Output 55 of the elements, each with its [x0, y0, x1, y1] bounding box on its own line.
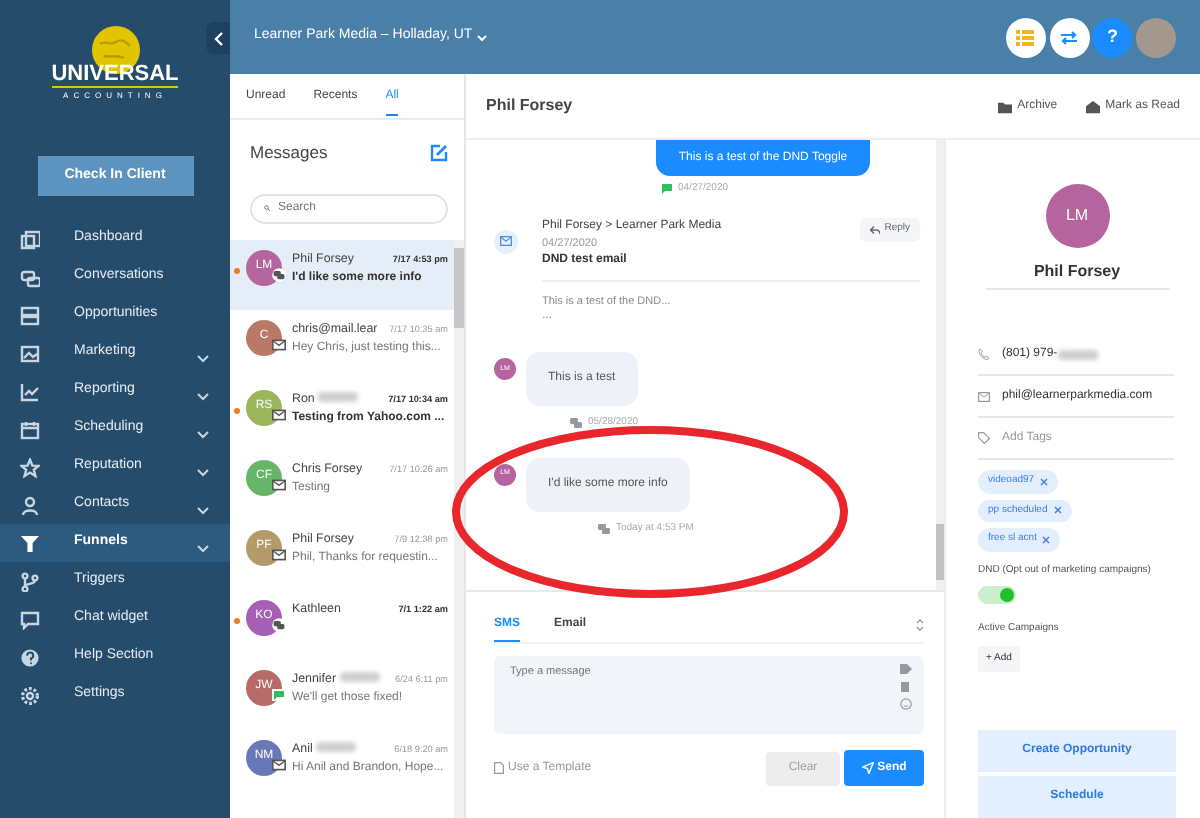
trash-icon[interactable] [900, 680, 910, 692]
branch-icon [20, 571, 40, 591]
chart-icon [20, 381, 40, 401]
calendar-icon [20, 419, 40, 439]
chat-bubbles-icon [570, 418, 582, 429]
switch-button[interactable] [1049, 17, 1089, 57]
envelope-icon [272, 547, 286, 562]
envelope-icon [978, 391, 990, 401]
sms-icon [662, 184, 672, 195]
caret-icon [475, 31, 488, 43]
envelope-icon [272, 477, 286, 492]
logo-title: UNIVERSAL [51, 64, 179, 88]
envelope-icon [272, 407, 286, 422]
chevron-left-icon [213, 31, 223, 45]
image-icon [20, 343, 40, 363]
tag-icon[interactable] [900, 664, 912, 674]
messages-title: Messages [250, 140, 328, 166]
compose-icon[interactable] [430, 143, 448, 162]
contact-name: Phil Forsey [1033, 260, 1121, 284]
envelope-icon [272, 337, 286, 352]
chat-icon [20, 267, 40, 287]
stack-icon [20, 305, 40, 325]
emoji-icon[interactable] [900, 698, 912, 710]
contact-avatar: LM [1045, 184, 1109, 248]
chat-bubbles-icon [598, 523, 610, 534]
reply-icon [870, 225, 881, 233]
copy-icon [20, 229, 40, 249]
envelope-icon [500, 236, 512, 246]
chat-bubbles-icon [272, 267, 286, 282]
dnd-toggle[interactable] [978, 586, 1016, 604]
close-icon [1040, 477, 1049, 486]
envelope-icon [272, 757, 286, 772]
scrollbar[interactable] [454, 239, 464, 818]
list-icon [1016, 29, 1035, 45]
tag-icon [978, 432, 990, 444]
help-icon [20, 647, 40, 667]
folder-icon [997, 99, 1012, 113]
funnel-icon [20, 533, 40, 553]
expand-icon[interactable] [916, 618, 924, 632]
arrows-icon [1060, 29, 1078, 45]
settings-icon [20, 685, 40, 705]
person-icon [20, 495, 40, 515]
avatar[interactable] [1136, 17, 1176, 57]
document-icon [494, 762, 504, 774]
close-icon [1042, 535, 1051, 544]
close-icon [1053, 506, 1062, 515]
chat-bubbles-icon [272, 617, 286, 632]
star-icon [20, 457, 40, 477]
phone-icon [978, 348, 990, 360]
send-icon [861, 762, 874, 774]
contact-name: Phil Forsey [486, 94, 573, 118]
collapse-button[interactable] [206, 22, 230, 54]
list-button[interactable] [1005, 17, 1046, 57]
search-icon [264, 202, 270, 215]
message-icon [20, 609, 40, 629]
